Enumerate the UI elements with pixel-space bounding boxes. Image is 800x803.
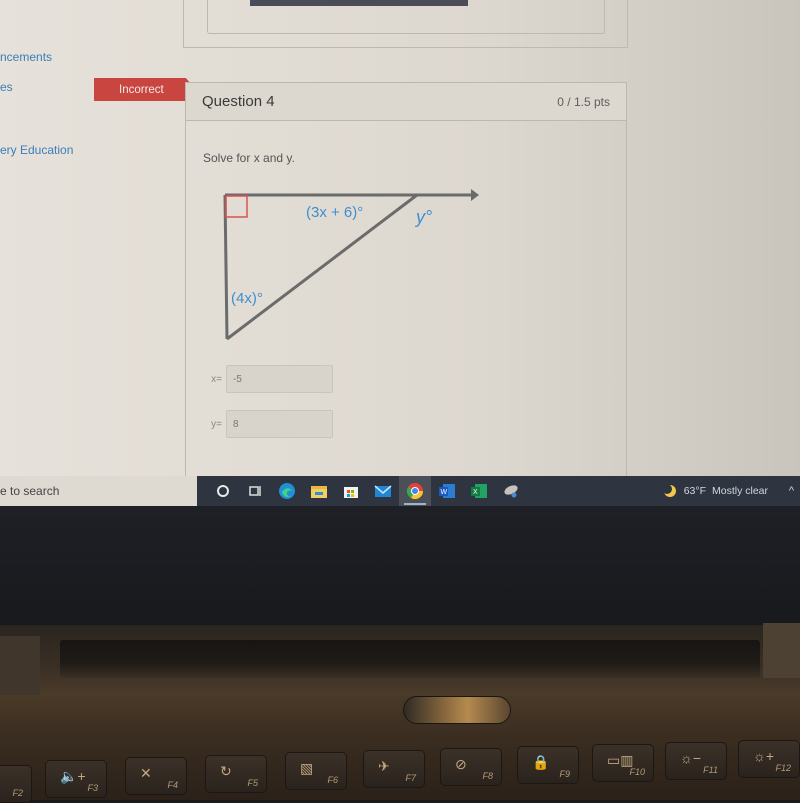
key-f11[interactable]: ☼− F11 bbox=[665, 742, 727, 780]
brightness-up-icon: ☼+ bbox=[753, 748, 775, 764]
hinge-cap-right bbox=[763, 623, 800, 678]
answer-row-y: y= bbox=[202, 410, 333, 438]
key-f5[interactable]: ↻ F5 bbox=[205, 755, 267, 793]
moon-cloud-icon bbox=[661, 484, 676, 497]
question-card: Question 4 0 / 1.5 pts Solve for x and y… bbox=[185, 82, 627, 476]
weather-widget[interactable]: 63°F Mostly clear bbox=[661, 484, 768, 498]
key-f12[interactable]: ☼+ F12 bbox=[738, 740, 800, 778]
word-icon: W bbox=[439, 484, 455, 498]
key-f4[interactable]: ✕ F4 bbox=[125, 757, 187, 795]
mail-button[interactable] bbox=[367, 476, 399, 506]
svg-text:X: X bbox=[473, 489, 478, 496]
camera-off-icon: ⊘ bbox=[455, 756, 467, 772]
weather-temp: 63°F bbox=[683, 485, 706, 497]
cortana-button[interactable] bbox=[207, 476, 239, 506]
angle-exterior-label: y° bbox=[414, 207, 432, 227]
key-f3[interactable]: 🔈+ F3 bbox=[45, 760, 107, 798]
svg-text:W: W bbox=[441, 489, 448, 496]
weather-condition: Mostly clear bbox=[711, 485, 768, 497]
x-answer-input[interactable] bbox=[226, 365, 333, 393]
angle-top-label: (3x + 6)° bbox=[306, 204, 363, 221]
tray-chevron-icon[interactable]: ^ bbox=[789, 485, 794, 497]
word-button[interactable]: W bbox=[431, 476, 463, 506]
search-placeholder: e to search bbox=[0, 484, 60, 498]
y-answer-input[interactable] bbox=[226, 410, 333, 438]
right-angle-marker bbox=[225, 195, 248, 218]
sidebar-item-modules[interactable]: es bbox=[0, 80, 13, 94]
y-label: y= bbox=[211, 418, 222, 430]
key-f8[interactable]: ⊘ F8 bbox=[440, 748, 502, 786]
task-view-button[interactable] bbox=[239, 476, 271, 506]
previous-answer-bar bbox=[250, 0, 468, 6]
key-f6[interactable]: ▧ F6 bbox=[285, 752, 347, 790]
folder-icon bbox=[311, 486, 327, 498]
taskbar: e to search W X 63°F Mostly clear ^ bbox=[0, 476, 800, 506]
volume-up-icon: 🔈+ bbox=[60, 768, 86, 784]
excel-icon: X bbox=[471, 484, 487, 498]
airplane-icon: ✈ bbox=[378, 758, 390, 774]
satellite-app-button[interactable] bbox=[495, 476, 527, 506]
answer-row-x: x= bbox=[202, 365, 333, 393]
power-button[interactable] bbox=[403, 696, 511, 724]
taskbar-apps: W X bbox=[207, 476, 527, 506]
edge-button[interactable] bbox=[271, 476, 303, 506]
refresh-icon: ↻ bbox=[220, 763, 232, 779]
mail-icon bbox=[374, 485, 392, 497]
lock-icon: 🔒 bbox=[532, 754, 550, 770]
excel-button[interactable]: X bbox=[463, 476, 495, 506]
ray-arrowhead bbox=[471, 189, 479, 201]
key-f7[interactable]: ✈ F7 bbox=[363, 750, 425, 788]
circle-icon bbox=[217, 485, 229, 497]
angle-bottom-label: (4x)° bbox=[231, 290, 263, 307]
key-f2[interactable]: F2 bbox=[0, 765, 32, 803]
brightness-down-icon: ☼− bbox=[680, 750, 702, 766]
satellite-icon bbox=[504, 485, 518, 498]
edge-icon bbox=[279, 483, 295, 499]
task-view-icon bbox=[249, 486, 261, 496]
sidebar-item-announcements[interactable]: ncements bbox=[0, 50, 52, 64]
store-icon bbox=[344, 487, 358, 498]
store-button[interactable] bbox=[335, 476, 367, 506]
screen: ncements es ery Education Incorrect Ques… bbox=[0, 0, 800, 476]
chrome-icon bbox=[406, 483, 424, 500]
key-f10[interactable]: ▭▥ F10 bbox=[592, 744, 654, 782]
triangle-diagram: (3x + 6)° y° (4x)° bbox=[223, 189, 479, 341]
chrome-button[interactable] bbox=[399, 476, 431, 506]
touchpad-off-icon: ▧ bbox=[300, 760, 314, 776]
hinge-cap-left bbox=[0, 636, 40, 696]
x-label: x= bbox=[211, 373, 222, 385]
incorrect-status-badge: Incorrect bbox=[94, 78, 196, 101]
hinge-bar bbox=[60, 640, 760, 678]
mute-icon: ✕ bbox=[140, 765, 152, 781]
key-f9[interactable]: 🔒 F9 bbox=[517, 746, 579, 784]
taskbar-search-box[interactable]: e to search bbox=[0, 476, 197, 506]
sidebar-item-education[interactable]: ery Education bbox=[0, 143, 73, 157]
file-explorer-button[interactable] bbox=[303, 476, 335, 506]
